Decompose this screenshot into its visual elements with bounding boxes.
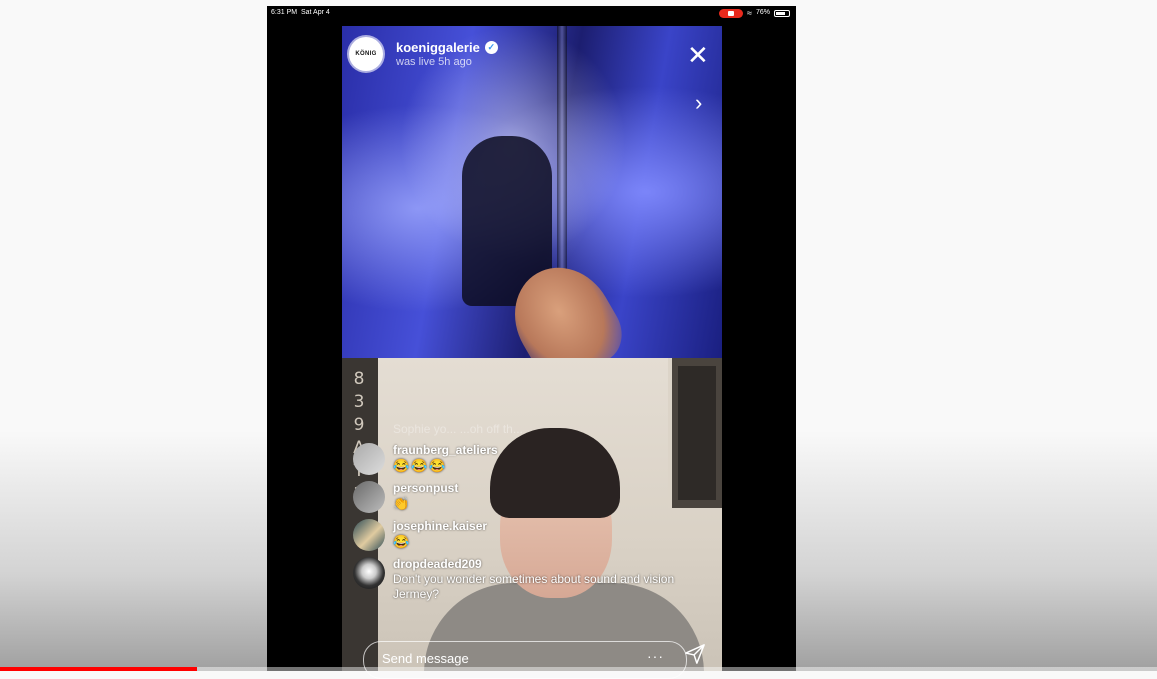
comment-body: fraunberg_ateliers 😂😂😂 [393, 443, 498, 473]
comment-item: fraunberg_ateliers 😂😂😂 [353, 443, 683, 475]
profile-name[interactable]: koeniggalerie ✓ [396, 40, 498, 55]
send-icon[interactable] [684, 643, 706, 665]
avatar[interactable] [353, 481, 385, 513]
username[interactable]: koeniggalerie [396, 40, 480, 55]
profile-text: koeniggalerie ✓ was live 5h ago [396, 40, 498, 68]
comment-body: josephine.kaiser 😂 [393, 519, 487, 549]
video-progress-fill [0, 667, 197, 671]
avatar[interactable] [353, 557, 385, 589]
more-options-icon[interactable]: ··· [647, 648, 664, 664]
comment-user[interactable]: dropdeaded209 [393, 557, 683, 572]
comment-user[interactable]: josephine.kaiser [393, 519, 487, 534]
status-time: 6:31 PM [271, 9, 298, 16]
comments-list: Sophie yo... ...oh off th... fraunberg_a… [353, 422, 683, 608]
comment-body: personpust 👏 [393, 481, 458, 511]
live-status: was live 5h ago [396, 56, 472, 68]
status-date: Sat Apr 4 [300, 9, 330, 16]
comment-text: Don't you wonder sometimes about sound a… [393, 572, 675, 601]
status-icons: ≈ 76% [719, 6, 790, 20]
avatar[interactable]: KÖNIG [349, 37, 383, 71]
faded-comment: Sophie yo... ...oh off th... [393, 422, 523, 436]
close-icon[interactable]: ✕ [687, 42, 709, 68]
live-profile-header[interactable]: KÖNIG koeniggalerie ✓ was live 5h ago [349, 37, 498, 71]
verified-badge-icon: ✓ [484, 41, 498, 54]
send-message-field[interactable]: Send message ··· [363, 641, 687, 679]
battery-icon [774, 9, 790, 17]
video-progress-bar[interactable] [0, 667, 1157, 671]
comment-user[interactable]: fraunberg_ateliers [393, 443, 498, 458]
live-video-guest [342, 26, 722, 358]
screen-recording-frame: 6:31 PM Sat Apr 4 ≈ 76% 8 3 9 A T 2 KÖNI… [267, 6, 796, 671]
battery-level [776, 11, 785, 15]
comment-text: 👏 [393, 496, 412, 511]
avatar[interactable] [353, 519, 385, 551]
comment-item: josephine.kaiser 😂 [353, 519, 683, 551]
comment-text: 😂 [393, 534, 412, 549]
comment-user[interactable]: personpust [393, 481, 458, 496]
comment-body: dropdeaded209 Don't you wonder sometimes… [393, 557, 683, 602]
avatar[interactable] [353, 443, 385, 475]
battery-percent: 76% [755, 9, 770, 16]
status-bar: 6:31 PM Sat Apr 4 ≈ 76% [267, 6, 796, 20]
send-message-placeholder[interactable]: Send message [382, 651, 469, 666]
screen-record-icon [719, 8, 744, 18]
chevron-right-icon[interactable]: › [695, 90, 702, 116]
comment-item: dropdeaded209 Don't you wonder sometimes… [353, 557, 683, 602]
comment-text: 😂😂😂 [393, 458, 448, 473]
status-time-date: 6:31 PM Sat Apr 4 [271, 6, 330, 20]
comment-item: personpust 👏 [353, 481, 683, 513]
wifi-icon: ≈ [747, 8, 752, 18]
